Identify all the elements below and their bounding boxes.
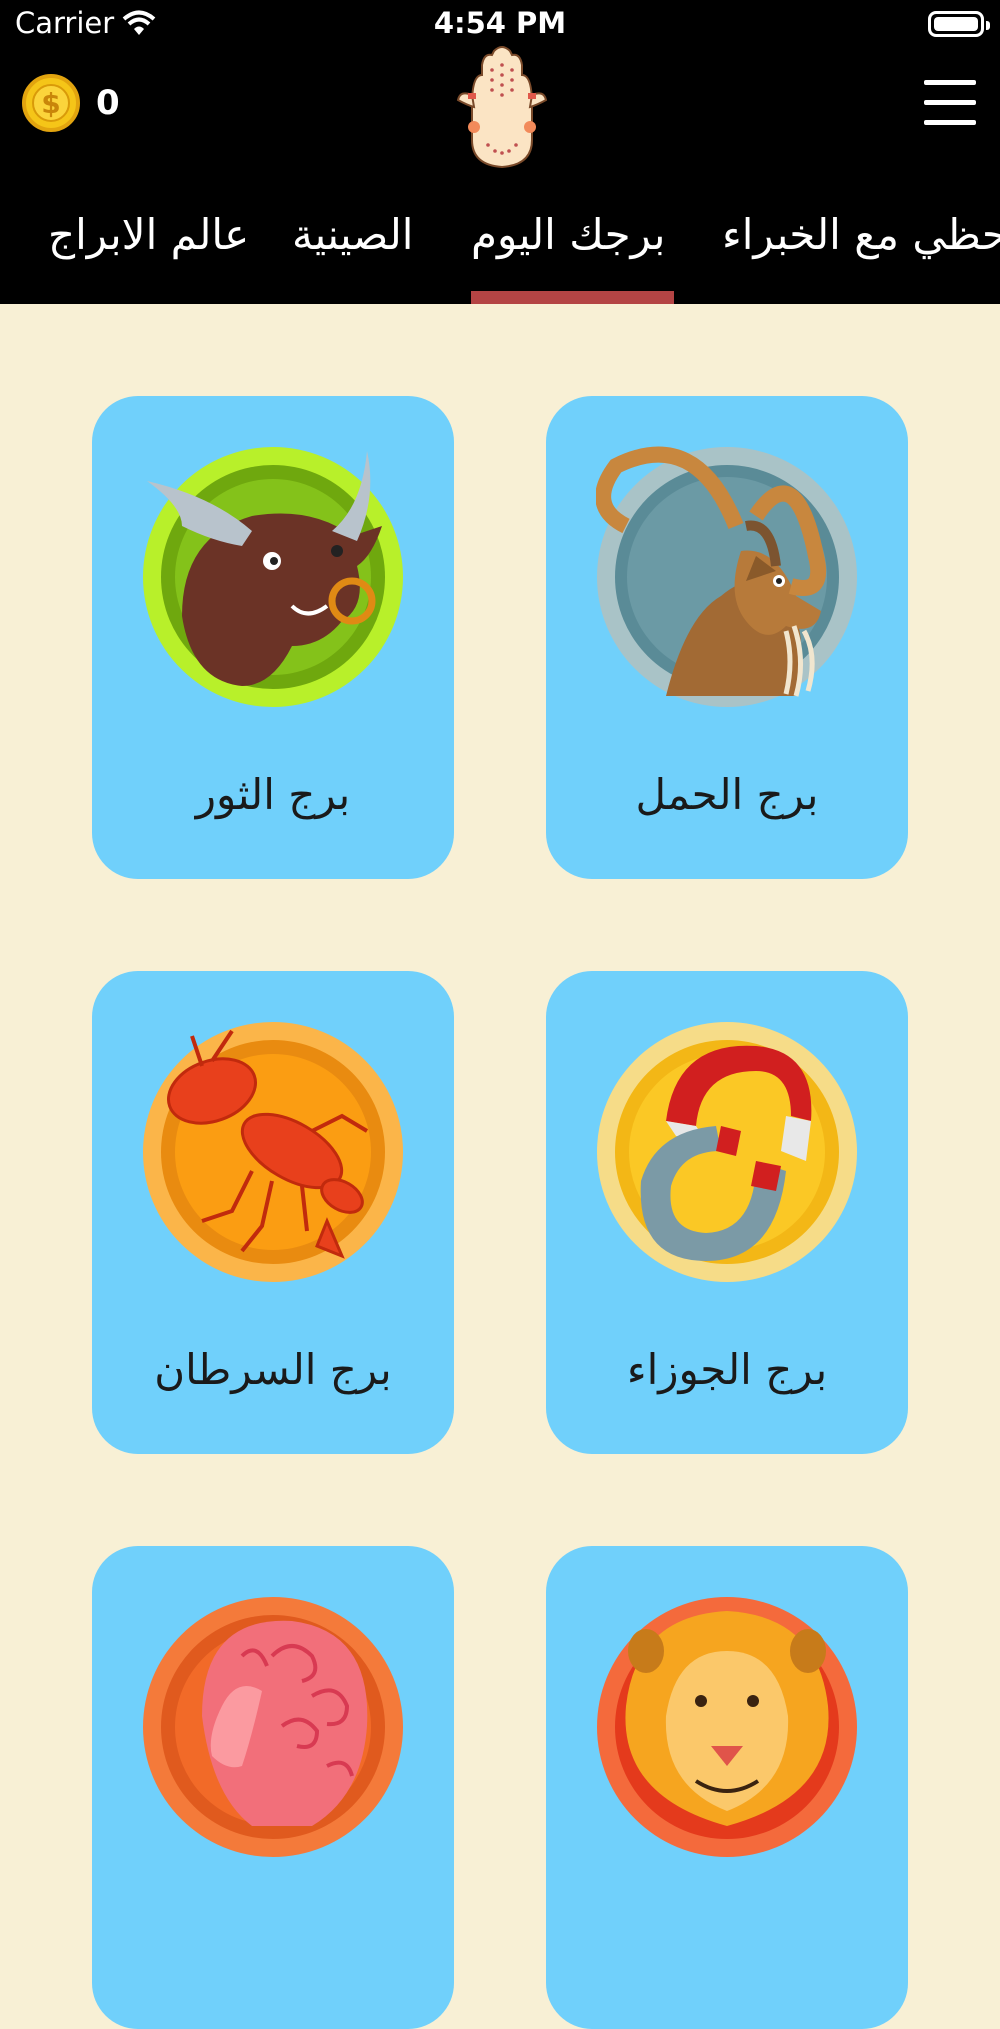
card-label: برج الحمل	[635, 770, 819, 819]
palm-hand-logo-icon	[456, 46, 548, 169]
card-label: برج الثور	[195, 770, 351, 819]
lobster-icon	[143, 1022, 403, 1282]
zodiac-card-aries[interactable]: برج الحمل	[546, 396, 908, 879]
app-header: Carrier 4:54 PM $ 0 حظي مع الخبراء برجك …	[0, 0, 1000, 304]
ram-icon	[596, 446, 857, 707]
coin-balance[interactable]: $ 0	[22, 74, 120, 132]
zodiac-card-gemini[interactable]: برج الجوزاء	[546, 971, 908, 1454]
zodiac-card-leo[interactable]	[546, 1546, 908, 2029]
coin-count: 0	[96, 83, 120, 123]
zodiac-card-virgo[interactable]	[92, 1546, 454, 2029]
woman-head-icon	[143, 1597, 403, 1857]
clock: 4:54 PM	[433, 6, 567, 40]
tab-chinese[interactable]: الصينية	[292, 210, 413, 259]
zodiac-card-cancer[interactable]: برج السرطان	[92, 971, 454, 1454]
tab-experts[interactable]: حظي مع الخبراء	[722, 210, 1000, 259]
zodiac-card-taurus[interactable]: برج الثور	[92, 396, 454, 879]
tab-bar: حظي مع الخبراء برجك اليوم الصينية عالم ا…	[0, 195, 1000, 304]
status-bar: Carrier 4:54 PM	[0, 0, 1000, 50]
card-label: برج السرطان	[154, 1345, 392, 1394]
bull-icon	[143, 447, 403, 707]
tab-horoscope-world[interactable]: عالم الابراج	[48, 210, 249, 259]
coin-icon: $	[22, 74, 80, 132]
lion-icon	[597, 1597, 857, 1857]
hamburger-menu-icon[interactable]	[924, 80, 976, 126]
battery-icon	[928, 11, 990, 37]
tab-today-horoscope[interactable]: برجك اليوم	[471, 210, 665, 259]
active-tab-indicator	[471, 291, 674, 304]
card-label: برج الجوزاء	[626, 1345, 828, 1394]
magnet-icon	[597, 1022, 857, 1282]
